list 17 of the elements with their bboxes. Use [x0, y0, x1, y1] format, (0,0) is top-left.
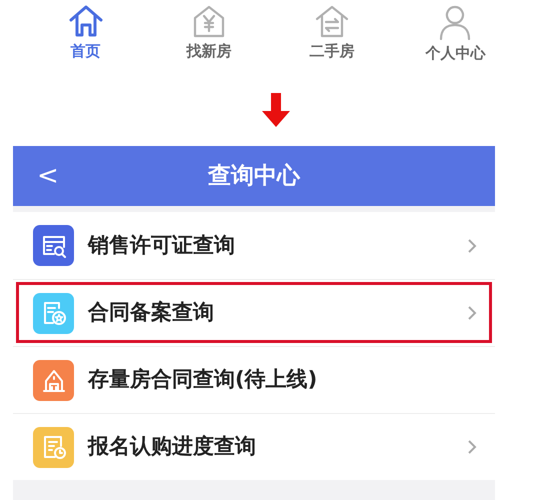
menu-label: 报名认购进度查询 [88, 433, 257, 460]
menu-label: 存量房合同查询(待上线) [88, 366, 318, 394]
menu-item[interactable]: 合同备案查询 [13, 279, 495, 346]
tab-bar-item[interactable]: 二手房 [270, 0, 394, 74]
tab-bar-item[interactable]: 个人中心 [394, 0, 517, 74]
tab-bar-item[interactable]: 找新房 [147, 0, 270, 74]
menu-label: 合同备案查询 [88, 299, 215, 326]
header-title: 查询中心 [208, 162, 300, 191]
house-arrows-icon [314, 4, 350, 38]
menu-item[interactable]: 销售许可证查询 [13, 212, 495, 279]
home-icon [68, 4, 104, 38]
arrow-down-icon [262, 92, 290, 127]
tab-bar-item[interactable]: 首页 [24, 0, 148, 74]
back-button[interactable]: < [37, 163, 59, 189]
menu-label: 销售许可证查询 [88, 232, 236, 259]
menu-item[interactable]: 存量房合同查询(待上线) [13, 346, 495, 413]
menu-item[interactable]: 报名认购进度查询 [13, 413, 495, 480]
